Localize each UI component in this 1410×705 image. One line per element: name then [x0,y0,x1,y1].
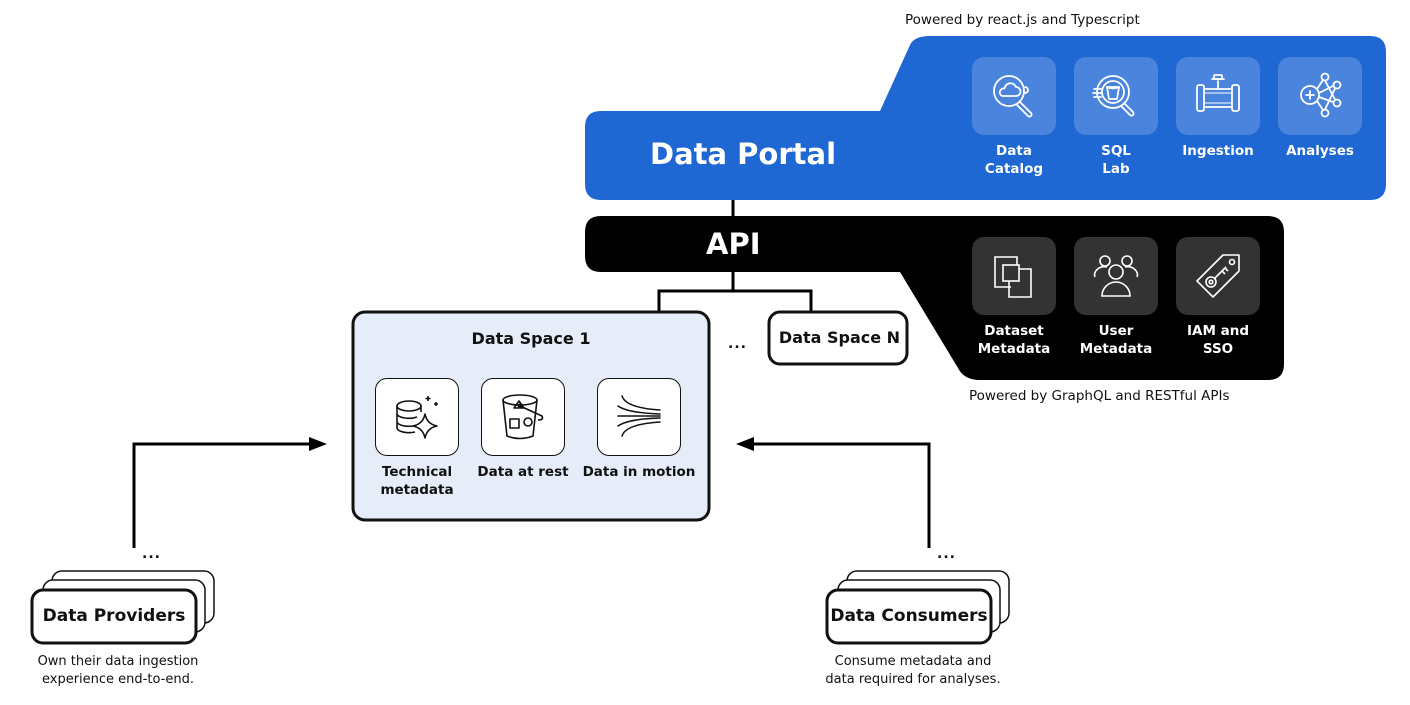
providers-ellipsis: ... [142,546,161,562]
data-in-motion-label: Data in motion [582,464,696,480]
ingestion-tile[interactable] [1176,57,1260,135]
flow-lines-icon [617,395,661,437]
consumers-description: Consume metadata and data required for an… [825,654,1001,687]
data-catalog-label: Data Catalog [984,143,1044,177]
data-at-rest-tile[interactable] [481,378,565,456]
consumers-arrow-line [751,442,931,548]
users-group-icon [1093,255,1139,297]
ingestion-label: Ingestion [1182,143,1254,159]
sql-lab-tile[interactable] [1074,57,1158,135]
providers-description: Own their data ingestion experience end-t… [37,654,199,687]
technical-metadata-label: Technical metadata [380,464,454,498]
iam-sso-label: IAM and SSO [1187,323,1249,357]
data-providers-title: Data Providers [42,606,186,626]
overlapping-squares-icon [994,256,1032,298]
data-portal-title: Data Portal [650,137,837,171]
iam-sso-tile[interactable] [1176,237,1260,315]
key-tag-icon [1196,254,1240,298]
dataset-metadata-label: Dataset Metadata [977,323,1051,357]
pipe-valve-icon [1196,74,1240,112]
data-at-rest-label: Data at rest [477,464,569,480]
providers-arrowhead [309,437,327,451]
data-space-n-title: Data Space N [778,328,901,347]
cloud-search-icon [993,75,1033,118]
technical-metadata-tile[interactable] [375,378,459,456]
bucket-shapes-icon [502,394,544,440]
portal-powered-by: Powered by react.js and Typescript [905,12,1140,28]
data-in-motion-tile[interactable] [597,378,681,456]
data-consumers-title: Data Consumers [830,606,988,626]
api-powered-by: Powered by GraphQL and RESTful APIs [969,388,1230,404]
user-metadata-tile[interactable] [1074,237,1158,315]
providers-arrow-line [132,442,312,548]
data-space-1-title: Data Space 1 [471,329,591,348]
network-nodes-icon [1300,72,1342,118]
consumers-ellipsis: ... [937,546,956,562]
api-title: API [706,227,761,261]
api-spaces-connector [657,272,813,311]
dataset-metadata-tile[interactable] [972,237,1056,315]
analyses-label: Analyses [1286,143,1354,159]
bucket-search-icon [1092,75,1135,117]
analyses-tile[interactable] [1278,57,1362,135]
spaces-ellipsis: ... [728,336,747,352]
database-sparkle-icon [396,396,438,439]
sql-lab-label: SQL Lab [1101,143,1131,177]
data-catalog-tile[interactable] [972,57,1056,135]
user-metadata-label: User Metadata [1079,323,1153,357]
consumers-arrowhead [736,437,754,451]
